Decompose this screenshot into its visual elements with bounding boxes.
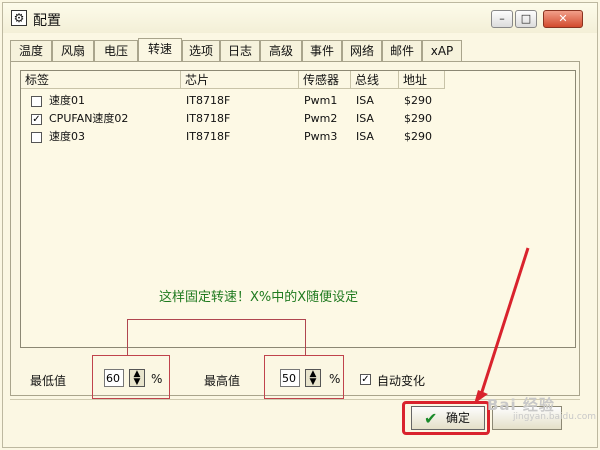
- pointer-arrow-icon: [474, 247, 530, 404]
- watermark-url: jingyan.baidu.com: [513, 412, 597, 422]
